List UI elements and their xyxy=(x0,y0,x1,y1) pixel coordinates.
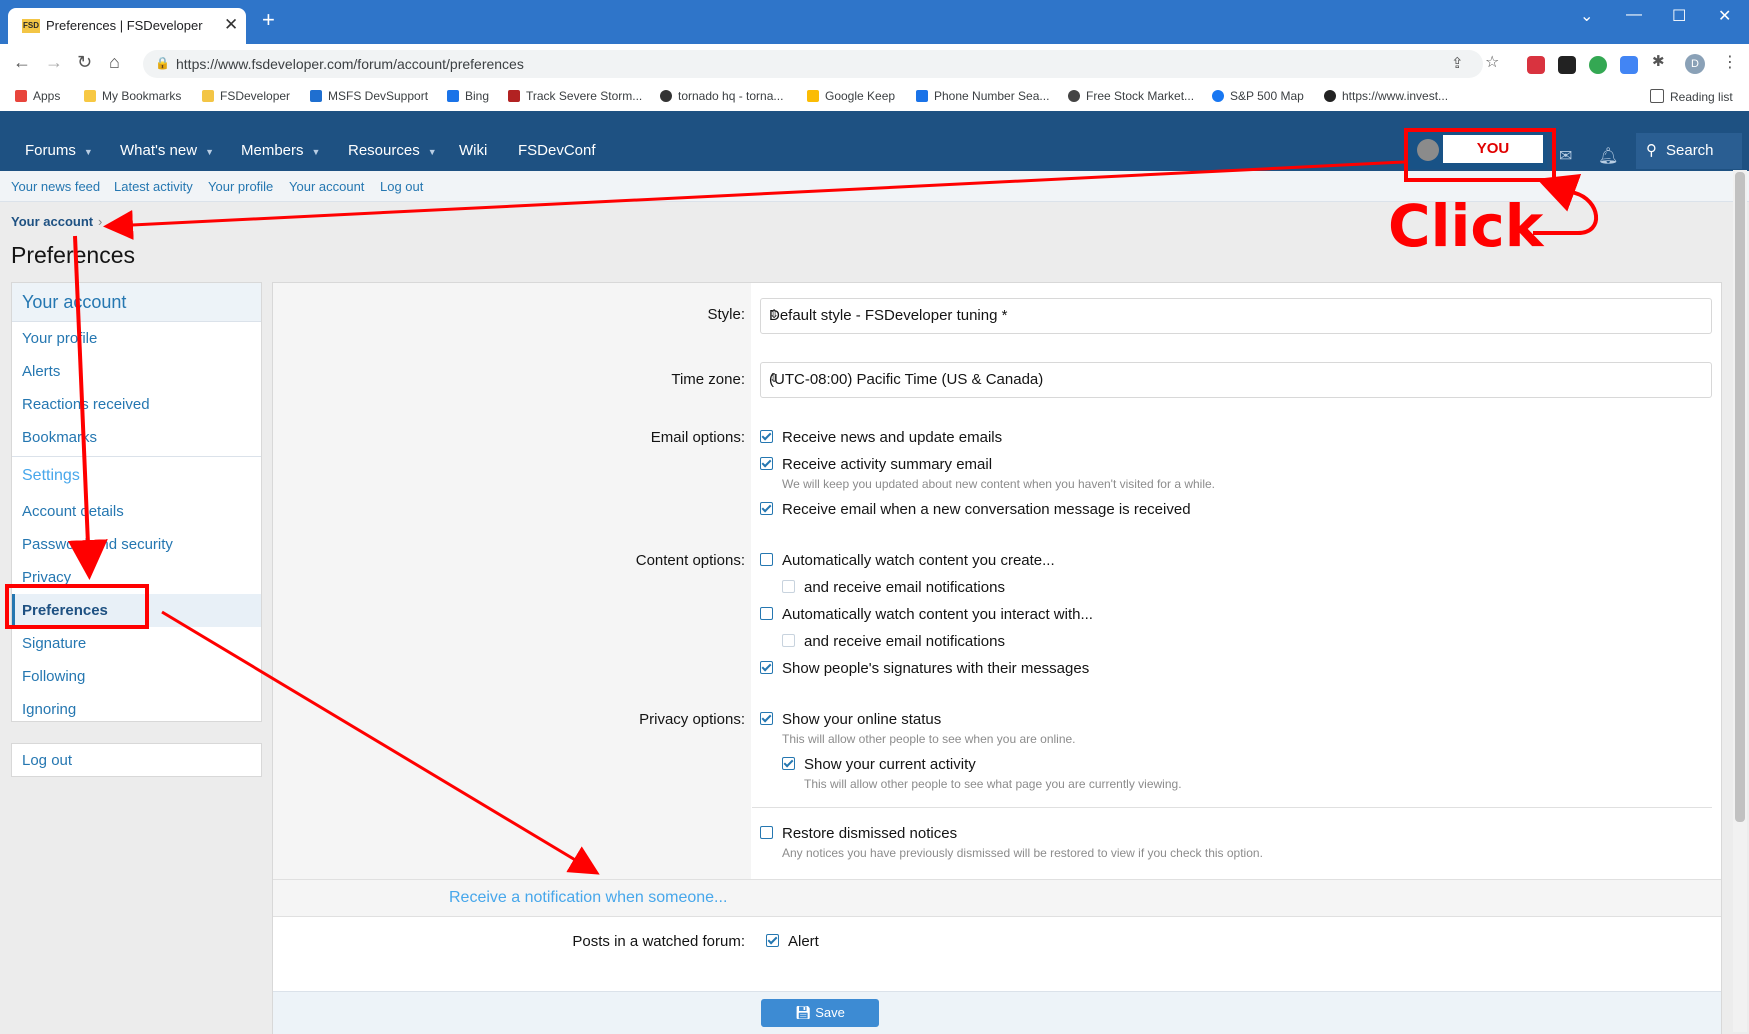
arrow-to-preferences xyxy=(67,235,108,580)
arrow-to-breadcrumb xyxy=(103,160,1405,240)
curved-arrow-to-user xyxy=(1533,173,1598,235)
arrow-to-notifications xyxy=(161,610,600,875)
annotation-arrows xyxy=(67,160,1598,875)
